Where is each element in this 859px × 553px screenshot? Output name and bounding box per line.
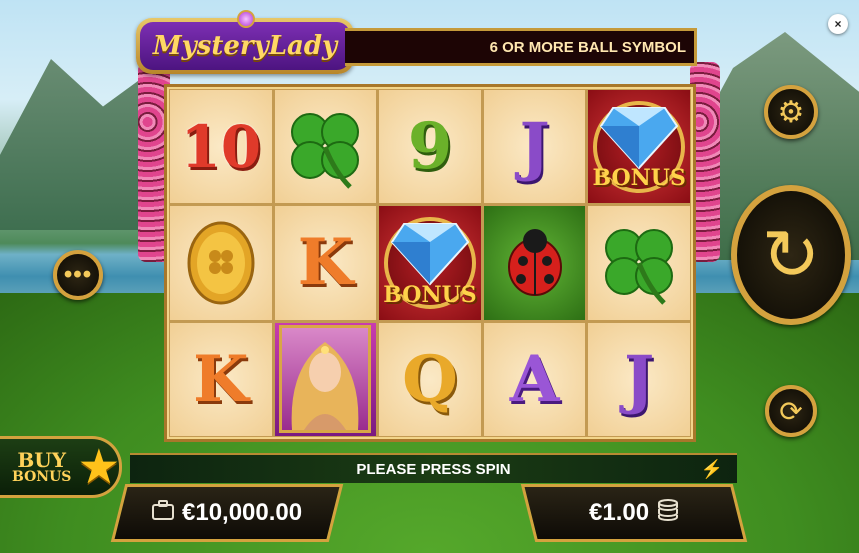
- buy-bonus-label: BUY BONUS: [12, 450, 71, 484]
- buy-bonus-line2: BONUS: [12, 469, 72, 485]
- spin-arrow-icon: ↻: [761, 216, 821, 294]
- reel-cell: [588, 206, 690, 320]
- reel-cell-bonus: BONUS: [588, 90, 690, 204]
- gear-icon: ⚙: [777, 95, 805, 129]
- bonus-label: BONUS: [592, 165, 686, 192]
- spin-button[interactable]: ↻: [731, 185, 851, 325]
- clover-icon: [605, 228, 674, 305]
- star-icon: ★: [77, 441, 121, 494]
- more-dots-icon: •••: [63, 261, 93, 288]
- ladybug-icon: [507, 228, 562, 296]
- balance-value: €10,000.00: [181, 499, 303, 526]
- symbol-k: K: [192, 341, 249, 417]
- coins-icon: [657, 498, 679, 528]
- reel-cell: K: [170, 322, 272, 436]
- buy-bonus-button[interactable]: BUY BONUS ★: [0, 436, 122, 498]
- lady-icon: [292, 342, 359, 431]
- gold-coin-icon: [187, 221, 255, 305]
- logo-text: MysteryLady: [140, 22, 350, 70]
- mystery-lady-portrait: [279, 325, 372, 434]
- reel-cell: [274, 90, 377, 204]
- symbol-j: J: [519, 109, 550, 185]
- settings-button[interactable]: ⚙: [764, 85, 818, 139]
- diamond-icon: [599, 106, 679, 170]
- reel-cell: [483, 206, 586, 320]
- reel-cell-bonus: BONUS: [379, 206, 481, 320]
- menu-button[interactable]: •••: [53, 250, 103, 300]
- balance-display: €10,000.00: [110, 484, 344, 542]
- banner-text: 6 OR MORE BALL SYMBOL: [489, 38, 686, 56]
- symbol-9: 9: [407, 109, 453, 185]
- reel-cell: A: [483, 322, 586, 436]
- symbol-q: Q: [402, 341, 458, 417]
- reel-cell: [274, 322, 377, 436]
- reel-cell: J: [483, 90, 586, 204]
- gem-icon: [237, 10, 255, 28]
- symbol-a: A: [509, 341, 560, 417]
- reel-cell: J: [588, 322, 690, 436]
- reel-cell: K: [274, 206, 377, 320]
- reel-cell: Q: [379, 322, 481, 436]
- reel-cell: 10: [170, 90, 272, 204]
- buy-bonus-line1: BUY: [17, 448, 67, 472]
- symbol-k: K: [297, 225, 354, 301]
- status-message: PLEASE PRESS SPIN: [356, 460, 511, 478]
- reel-grid: 10 9 J BONUS K BONUS K Q A J: [164, 84, 696, 442]
- close-button[interactable]: ×: [828, 14, 848, 34]
- diamond-icon: [390, 222, 470, 286]
- lightning-icon[interactable]: ⚡: [701, 459, 723, 480]
- autoplay-button[interactable]: ⟳: [765, 385, 817, 437]
- status-bar: PLEASE PRESS SPIN ⚡: [130, 453, 737, 483]
- bet-value: €1.00: [588, 499, 650, 526]
- clover-icon: [291, 112, 360, 189]
- bet-display[interactable]: €1.00: [520, 484, 748, 542]
- game-logo: MysteryLady: [136, 10, 354, 74]
- briefcase-icon: [151, 500, 174, 526]
- reel-cell: [170, 206, 272, 320]
- symbol-10: 10: [180, 112, 262, 181]
- bonus-label: BONUS: [383, 281, 477, 308]
- symbol-j: J: [624, 341, 655, 417]
- info-banner: 6 OR MORE BALL SYMBOL: [345, 28, 697, 66]
- reel-cell: 9: [379, 90, 481, 204]
- autoplay-icon: ⟳: [779, 395, 803, 427]
